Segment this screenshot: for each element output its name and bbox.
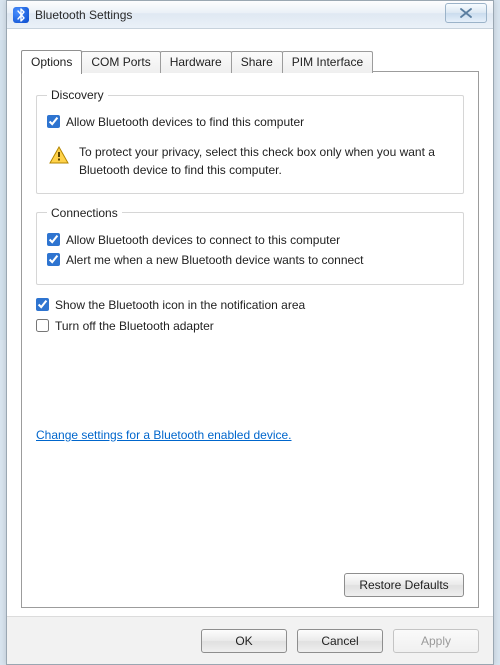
checkbox-alert-new[interactable] xyxy=(47,253,60,266)
checkbox-allow-connect[interactable] xyxy=(47,233,60,246)
bluetooth-settings-dialog: Bluetooth Settings Options COM Ports Har… xyxy=(6,0,494,665)
group-discovery: Discovery Allow Bluetooth devices to fin… xyxy=(36,88,464,194)
label-show-tray-icon[interactable]: Show the Bluetooth icon in the notificat… xyxy=(55,297,305,313)
checkbox-allow-find[interactable] xyxy=(47,115,60,128)
discovery-info-text: To protect your privacy, select this che… xyxy=(79,144,439,179)
close-icon xyxy=(459,8,473,18)
restore-defaults-button[interactable]: Restore Defaults xyxy=(344,573,464,597)
link-change-settings[interactable]: Change settings for a Bluetooth enabled … xyxy=(36,428,292,442)
row-turn-off-adapter: Turn off the Bluetooth adapter xyxy=(36,318,464,334)
tab-hardware[interactable]: Hardware xyxy=(160,51,232,73)
tab-share[interactable]: Share xyxy=(231,51,283,73)
checkbox-turn-off-adapter[interactable] xyxy=(36,319,49,332)
label-turn-off-adapter[interactable]: Turn off the Bluetooth adapter xyxy=(55,318,214,334)
group-discovery-legend: Discovery xyxy=(47,88,108,102)
label-alert-new[interactable]: Alert me when a new Bluetooth device wan… xyxy=(66,252,364,268)
warning-icon xyxy=(49,146,69,164)
restore-defaults-row: Restore Defaults xyxy=(344,573,464,597)
tabstrip: Options COM Ports Hardware Share PIM Int… xyxy=(21,49,372,73)
group-connections-legend: Connections xyxy=(47,206,122,220)
row-allow-connect: Allow Bluetooth devices to connect to th… xyxy=(47,232,453,248)
cancel-button[interactable]: Cancel xyxy=(297,629,383,653)
row-alert-new: Alert me when a new Bluetooth device wan… xyxy=(47,252,453,268)
discovery-info: To protect your privacy, select this che… xyxy=(49,144,451,179)
group-connections: Connections Allow Bluetooth devices to c… xyxy=(36,206,464,285)
row-allow-find: Allow Bluetooth devices to find this com… xyxy=(47,114,453,130)
ok-button[interactable]: OK xyxy=(201,629,287,653)
titlebar: Bluetooth Settings xyxy=(7,1,493,29)
apply-button[interactable]: Apply xyxy=(393,629,479,653)
window-title: Bluetooth Settings xyxy=(35,8,132,22)
tab-options[interactable]: Options xyxy=(21,50,82,74)
tab-com-ports[interactable]: COM Ports xyxy=(81,51,160,73)
row-show-tray-icon: Show the Bluetooth icon in the notificat… xyxy=(36,297,464,313)
label-allow-connect[interactable]: Allow Bluetooth devices to connect to th… xyxy=(66,232,340,248)
label-allow-find[interactable]: Allow Bluetooth devices to find this com… xyxy=(66,114,304,130)
button-bar: OK Cancel Apply xyxy=(7,616,493,664)
client-area: Options COM Ports Hardware Share PIM Int… xyxy=(7,29,493,664)
checkbox-show-tray-icon[interactable] xyxy=(36,298,49,311)
tabpanel-options: Discovery Allow Bluetooth devices to fin… xyxy=(21,71,479,608)
bluetooth-icon xyxy=(13,7,29,23)
tab-pim-interface[interactable]: PIM Interface xyxy=(282,51,373,73)
close-button[interactable] xyxy=(445,3,487,23)
background-hint xyxy=(494,300,500,560)
